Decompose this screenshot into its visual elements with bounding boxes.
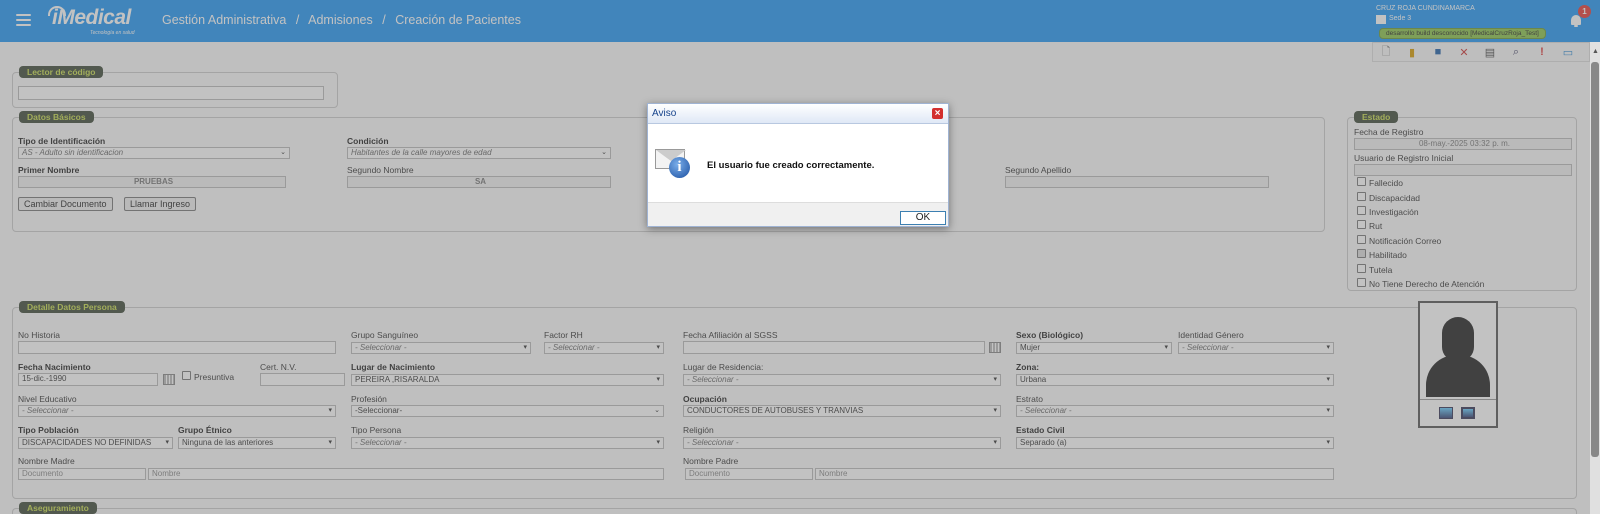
mail-info-icon: i xyxy=(655,145,691,179)
scroll-up-icon[interactable]: ▲ xyxy=(1592,48,1599,55)
dialog-message: El usuario fue creado correctamente. xyxy=(707,160,875,171)
ok-button[interactable]: OK xyxy=(900,211,946,225)
dialog-footer: OK xyxy=(648,202,948,226)
scrollbar-thumb[interactable] xyxy=(1591,62,1599,457)
page-scrollbar[interactable]: ▲ xyxy=(1590,42,1600,514)
close-icon[interactable]: × xyxy=(932,108,943,119)
dialog-title-bar: Aviso × xyxy=(648,104,948,124)
dialog-title: Aviso xyxy=(652,108,677,119)
modal-overlay xyxy=(0,0,1600,514)
aviso-dialog: Aviso × i El usuario fue creado correcta… xyxy=(647,103,949,227)
